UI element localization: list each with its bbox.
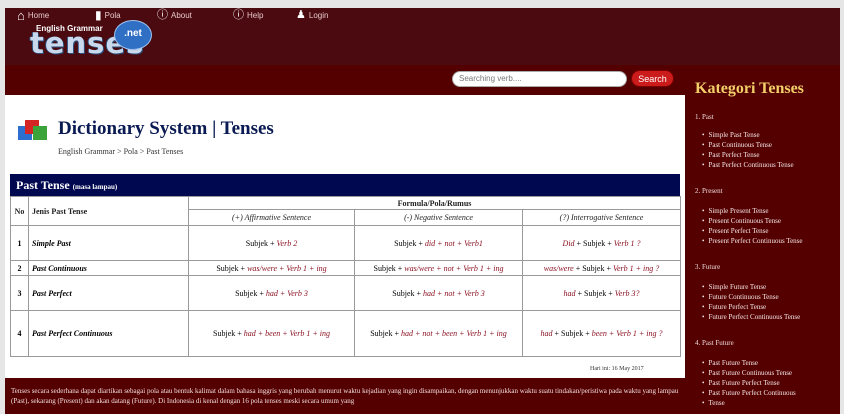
sidebar-link[interactable]: Present Perfect Continuous Tense: [702, 237, 802, 245]
category-past-future: 4. Past Future: [695, 339, 734, 347]
date-stamp: Hari ini: 16 May 2017: [590, 366, 644, 372]
row-aff: Subjek + Verb 2: [188, 225, 355, 261]
sidebar-link[interactable]: Future Perfect Tense: [702, 303, 766, 311]
sidebar-link[interactable]: Past Perfect Continuous Tense: [702, 161, 793, 169]
nav-help[interactable]: ⓘ Help: [233, 7, 263, 23]
sidebar-link[interactable]: Past Continuous Tense: [702, 141, 772, 149]
col-name: Jenis Past Tense: [28, 196, 189, 226]
user-icon: ♟: [296, 8, 306, 21]
nav-about-label: About: [171, 10, 192, 20]
row-int: had + Subjek + Verb 3?: [521, 275, 682, 311]
row-neg: Subjek + was/were + not + Verb 1 + ing: [354, 260, 523, 276]
sidebar-title: Kategori Tenses: [695, 80, 804, 97]
nav-home-label: Home: [27, 10, 50, 20]
row-name: Simple Past: [28, 225, 189, 261]
category-present: 2. Present: [695, 187, 723, 195]
row-name: Past Continuous: [28, 260, 189, 276]
sidebar-link[interactable]: Past Future Perfect Continuous: [702, 389, 795, 397]
help-icon: ⓘ: [233, 8, 244, 21]
search-button[interactable]: Search: [631, 70, 674, 87]
sidebar-link[interactable]: Past Future Continuous Tense: [702, 369, 792, 377]
table-row: 3 Past Perfect Subjek + had + Verb 3 Sub…: [10, 275, 682, 311]
sidebar-link[interactable]: Present Continuous Tense: [702, 217, 781, 225]
info-icon: ⓘ: [157, 8, 168, 21]
row-int: had + Subjek + been + Verb 1 + ing ?: [521, 310, 682, 357]
footer-description: Tenses secara sederhana dapat diartikan …: [5, 378, 685, 414]
nav-about[interactable]: ⓘ About: [157, 7, 192, 23]
row-neg: Subjek + had + not + been + Verb 1 + ing: [354, 310, 523, 357]
section-note: (masa lampau): [72, 183, 118, 191]
logo-badge: .net: [114, 20, 152, 50]
table-row: 4 Past Perfect Continuous Subjek + had +…: [10, 310, 682, 357]
row-no: 4: [10, 310, 29, 357]
col-formula: Formula/Pola/Rumus: [187, 196, 682, 210]
row-aff: Subjek + had + been + Verb 1 + ing: [188, 310, 355, 357]
book-icon: ▮: [95, 8, 102, 22]
row-neg: Subjek + had + not + Verb 3: [354, 275, 523, 311]
sidebar-link[interactable]: Simple Past Tense: [702, 131, 759, 139]
dictionary-icon: [18, 120, 47, 140]
row-int: Did + Subjek + Verb 1 ?: [521, 225, 682, 261]
logo-subtitle: English Grammar: [36, 24, 103, 33]
sidebar-link[interactable]: Future Continuous Tense: [702, 293, 778, 301]
row-neg: Subjek + did + not + Verb1: [354, 225, 523, 261]
category-past: 1. Past: [695, 113, 714, 121]
nav-home[interactable]: ⌂ Home: [17, 7, 49, 23]
table-row: 2 Past Continuous Subjek + was/were + Ve…: [10, 260, 682, 276]
sidebar-link[interactable]: Past Future Perfect Tense: [702, 379, 779, 387]
row-no: 3: [10, 275, 29, 311]
site-logo[interactable]: tenses English Grammar .net: [30, 17, 165, 63]
tenses-table: No Jenis Past Tense Formula/Pola/Rumus (…: [10, 196, 682, 357]
section-heading: Past Tense (masa lampau): [10, 174, 680, 196]
row-aff: Subjek + was/were + Verb 1 + ing: [188, 260, 355, 276]
row-no: 1: [10, 225, 29, 261]
sidebar-link[interactable]: Present Perfect Tense: [702, 227, 768, 235]
col-aff: (+) Affirmative Sentence: [188, 209, 355, 226]
breadcrumb: English Grammar > Pola > Past Tenses: [58, 147, 184, 156]
category-future: 3. Future: [695, 263, 721, 271]
sidebar-link[interactable]: Past Future Tense: [702, 359, 758, 367]
nav-pola[interactable]: ▮ Pola: [95, 7, 121, 23]
nav-pola-label: Pola: [104, 10, 121, 20]
row-int: was/were + Subjek + Verb 1 + ing ?: [521, 260, 682, 276]
table-row: 1 Simple Past Subjek + Verb 2 Subjek + d…: [10, 225, 682, 261]
col-no: No: [10, 196, 29, 226]
sidebar-link[interactable]: Tense: [702, 399, 724, 407]
col-neg: (-) Negative Sentence: [354, 209, 523, 226]
sidebar: Kategori Tenses 1. Past Simple Past Tens…: [685, 65, 840, 414]
sidebar-link[interactable]: Past Perfect Tense: [702, 151, 759, 159]
row-no: 2: [10, 260, 29, 276]
section-title: Past Tense: [16, 178, 70, 192]
nav-login[interactable]: ♟ Login: [296, 7, 328, 23]
search-input[interactable]: Searching verb....: [452, 71, 627, 87]
sidebar-link[interactable]: Simple Present Tense: [702, 207, 768, 215]
sidebar-link[interactable]: Future Perfect Continuous Tense: [702, 313, 800, 321]
row-aff: Subjek + had + Verb 3: [188, 275, 355, 311]
home-icon: ⌂: [17, 7, 25, 23]
row-name: Past Perfect: [28, 275, 189, 311]
nav-help-label: Help: [247, 10, 264, 20]
sidebar-link[interactable]: Simple Future Tense: [702, 283, 766, 291]
nav-login-label: Login: [308, 10, 329, 20]
page-title: Dictionary System | Tenses: [58, 118, 274, 139]
row-name: Past Perfect Continuous: [28, 310, 189, 357]
col-int: (?) Interrogative Sentence: [521, 209, 682, 226]
